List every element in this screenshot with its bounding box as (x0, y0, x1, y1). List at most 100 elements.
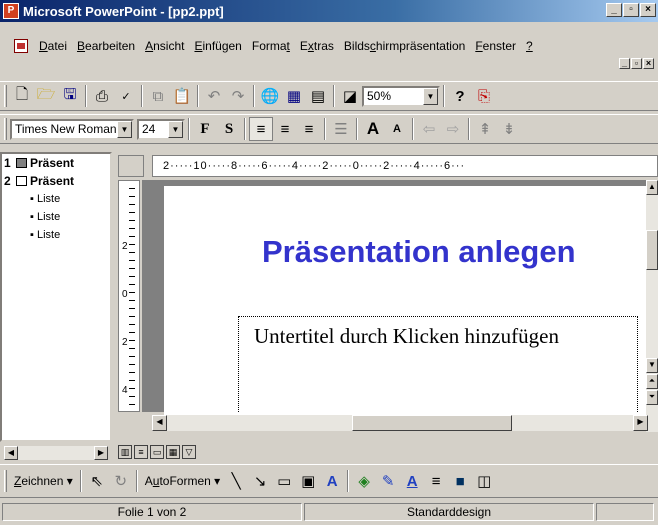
hyperlink-icon[interactable]: 🌐 (258, 84, 282, 108)
outline-scrollbar[interactable]: ◀ ▶ (4, 446, 108, 460)
shadow-icon[interactable]: ■ (448, 469, 472, 493)
redo-icon[interactable]: ↷ (226, 84, 250, 108)
align-center-icon[interactable]: ≡ (273, 117, 297, 141)
scroll-right-icon[interactable]: ▶ (94, 446, 108, 460)
doc-minimize-button[interactable]: _ (619, 58, 630, 69)
toolbar-separator (468, 118, 470, 140)
menu-bearbeiten[interactable]: Bearbeiten (72, 39, 140, 53)
promote-icon[interactable]: ⇦ (417, 117, 441, 141)
align-left-icon[interactable]: ≡ (249, 117, 273, 141)
doc-restore-button[interactable]: ▫ (631, 58, 642, 69)
3d-icon[interactable]: ◫ (472, 469, 496, 493)
restore-button[interactable]: ▫ (623, 3, 639, 17)
minimize-button[interactable]: _ (606, 3, 622, 17)
outline-slide-title: Präsent (30, 156, 75, 170)
decrease-paragraph-spacing-icon[interactable]: ⇟ (497, 117, 521, 141)
free-rotate-icon[interactable]: ↻ (109, 469, 133, 493)
scroll-up-icon[interactable]: ▲ (646, 180, 658, 195)
line-icon[interactable]: ╲ (224, 469, 248, 493)
increase-paragraph-spacing-icon[interactable]: ⇞ (473, 117, 497, 141)
paste-icon[interactable]: 📋 (170, 84, 194, 108)
horizontal-scrollbar[interactable]: ◀ ▶ (152, 415, 648, 431)
shadow-button[interactable]: S (217, 117, 241, 141)
copy-icon[interactable]: ⧉ (146, 84, 170, 108)
horizontal-ruler[interactable]: 2·····10·····8·····6·····4·····2·····0··… (152, 155, 658, 177)
open-folder-icon[interactable]: 🗁 (34, 84, 58, 108)
draw-menu-button[interactable]: Zeichnen ▾ (10, 474, 77, 488)
outline-bullet[interactable]: ▪ Liste (30, 211, 60, 223)
font-color-icon[interactable]: A (400, 469, 424, 493)
slide-view-icon[interactable]: ▭ (150, 445, 164, 459)
normal-view-icon[interactable]: ▥ (118, 445, 132, 459)
status-empty-cell (596, 503, 654, 521)
help-icon[interactable]: ? (448, 84, 472, 108)
insert-chart-icon[interactable]: ▤ (306, 84, 330, 108)
rectangle-icon[interactable]: ▭ (272, 469, 296, 493)
fill-color-icon[interactable]: ◈ (352, 469, 376, 493)
menu-einfuegen[interactable]: Einfügen (189, 39, 246, 53)
bullets-icon[interactable]: ☰ (329, 117, 353, 141)
slide-show-icon[interactable]: ▽ (182, 445, 196, 459)
outline-bullet[interactable]: ▪ Liste (30, 193, 60, 205)
grayscale-icon[interactable]: ◪ (338, 84, 362, 108)
insert-table-icon[interactable]: ▦ (282, 84, 306, 108)
spellcheck-icon[interactable]: ✓ (114, 84, 138, 108)
align-right-icon[interactable]: ≡ (297, 117, 321, 141)
next-slide-icon[interactable]: ⏷ (646, 390, 658, 405)
menu-format[interactable]: Format (247, 39, 295, 53)
autoshapes-menu-button[interactable]: AutoFormen ▾ (141, 474, 224, 488)
scroll-left-icon[interactable]: ◀ (152, 415, 167, 431)
zoom-select[interactable]: 50% ▼ (362, 85, 440, 107)
menu-fenster[interactable]: Fenster (470, 39, 521, 53)
outline-slide-1[interactable]: 1 Präsent (4, 156, 74, 170)
font-size-select[interactable]: 24 ▼ (137, 118, 185, 140)
doc-close-button[interactable]: × (643, 58, 654, 69)
toolbar-grip[interactable] (4, 118, 7, 140)
menu-datei[interactable]: Datei (34, 39, 72, 53)
scroll-right-icon[interactable]: ▶ (633, 415, 648, 431)
previous-slide-icon[interactable]: ⏶ (646, 374, 658, 389)
font-select[interactable]: Times New Roman ▼ (10, 118, 134, 140)
toolbar-grip[interactable] (4, 85, 7, 107)
increase-font-icon[interactable]: A (361, 117, 385, 141)
menu-ansicht[interactable]: Ansicht (140, 39, 189, 53)
menu-help[interactable]: ? (521, 39, 538, 53)
print-icon[interactable]: ⎙ (90, 84, 114, 108)
outline-view-icon[interactable]: ≡ (134, 445, 148, 459)
slide-sorter-icon[interactable]: ▦ (166, 445, 180, 459)
outline-bullet[interactable]: ▪ Liste (30, 229, 60, 241)
scroll-thumb[interactable] (646, 230, 658, 270)
demote-icon[interactable]: ⇨ (441, 117, 465, 141)
undo-icon[interactable]: ↶ (202, 84, 226, 108)
decrease-font-icon[interactable]: A (385, 117, 409, 141)
outline-pane[interactable]: 1 Präsent 2 Präsent ▪ Liste ▪ Liste ▪ List… (0, 152, 112, 442)
save-icon[interactable]: 🖫 (58, 84, 82, 108)
vertical-scrollbar[interactable]: ▲ ▼ ⏶ ⏷ (646, 180, 658, 432)
line-color-icon[interactable]: ✎ (376, 469, 400, 493)
menu-extras[interactable]: Extras (295, 39, 339, 53)
new-document-icon[interactable]: 🗋 (10, 84, 34, 108)
close-button[interactable]: × (640, 3, 656, 17)
scroll-left-icon[interactable]: ◀ (4, 446, 18, 460)
scroll-thumb[interactable] (352, 415, 512, 431)
chevron-down-icon[interactable]: ▼ (423, 87, 438, 105)
toolbar-grip[interactable] (4, 470, 7, 492)
arrow-icon[interactable]: ↘ (248, 469, 272, 493)
font-size-value: 24 (142, 122, 156, 136)
bold-button[interactable]: F (193, 117, 217, 141)
outline-slide-2[interactable]: 2 Präsent (4, 174, 74, 188)
scroll-down-icon[interactable]: ▼ (646, 358, 658, 373)
acrobat-icon[interactable]: ⎘ (472, 84, 496, 108)
line-style-icon[interactable]: ≡ (424, 469, 448, 493)
textbox-icon[interactable]: ▣ (296, 469, 320, 493)
slide-title[interactable]: Präsentation anlegen (262, 234, 576, 270)
subtitle-text[interactable]: Untertitel durch Klicken hinzufügen (254, 324, 559, 349)
chevron-down-icon[interactable]: ▼ (117, 120, 132, 138)
chevron-down-icon[interactable]: ▼ (168, 120, 183, 138)
document-icon[interactable] (14, 39, 28, 53)
vertical-ruler[interactable]: 2 0 2 4 (118, 180, 140, 412)
select-pointer-icon[interactable]: ⇖ (85, 469, 109, 493)
menu-bildschirmpraesentation[interactable]: Bildschirmpräsentation (339, 39, 470, 53)
wordart-icon[interactable]: A (320, 469, 344, 493)
powerpoint-app-icon[interactable]: P (3, 3, 19, 19)
